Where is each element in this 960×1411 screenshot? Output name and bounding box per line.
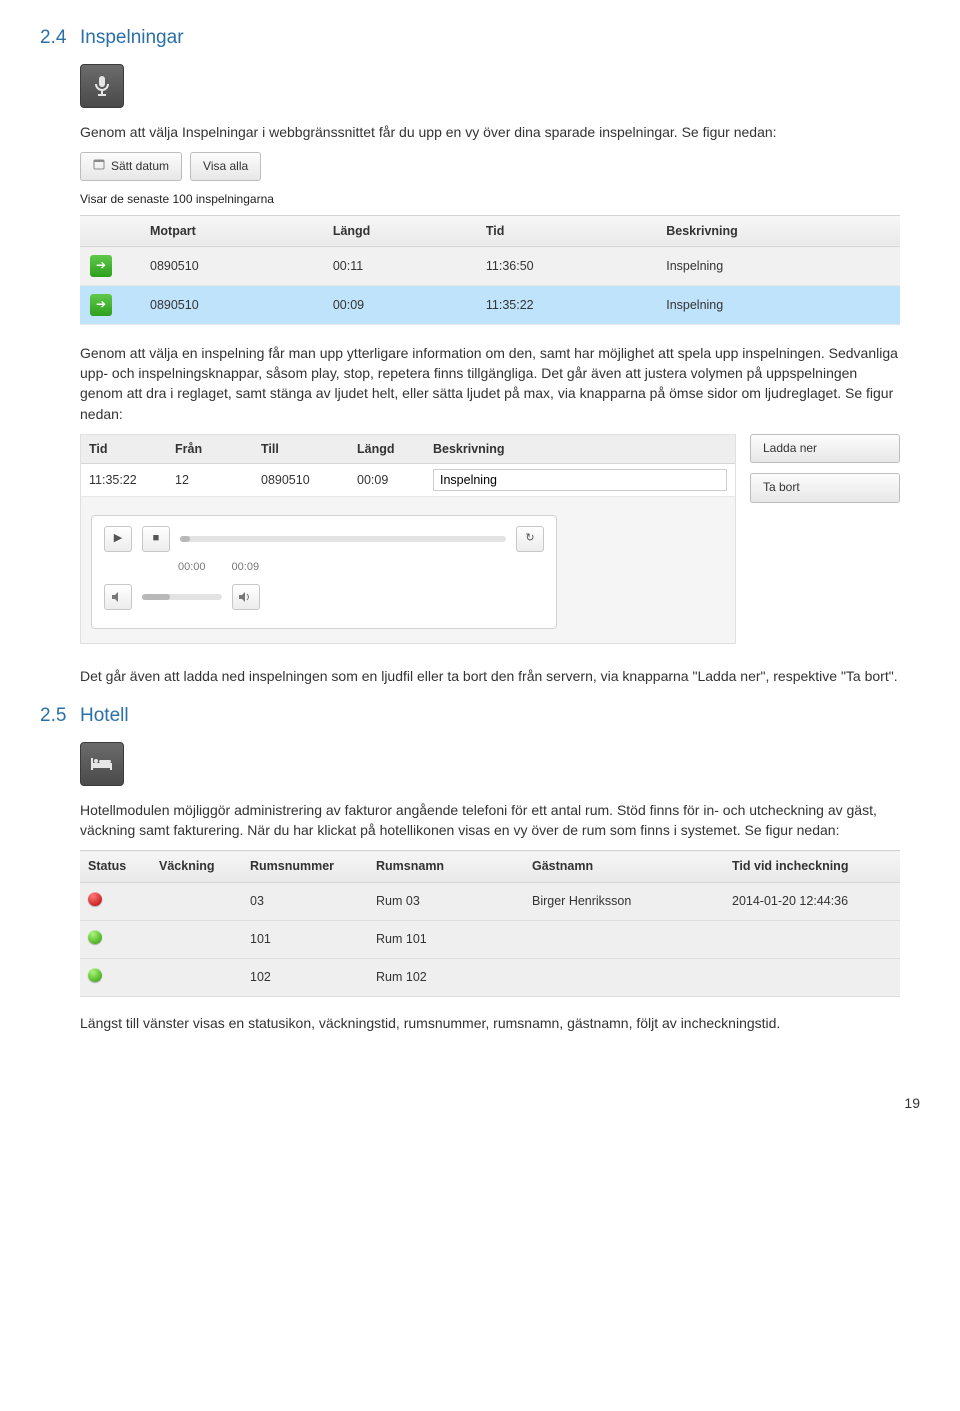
audio-player: ▶ ■ ↻ 00:00 00:09 bbox=[91, 515, 557, 629]
paragraph: Längst till vänster visas en statusikon,… bbox=[80, 1013, 900, 1033]
page-number: 19 bbox=[40, 1093, 920, 1113]
max-volume-button[interactable] bbox=[232, 584, 260, 610]
status-dot-icon bbox=[88, 930, 102, 944]
show-all-button[interactable]: Visa alla bbox=[190, 152, 261, 181]
col-header: Längd bbox=[323, 215, 476, 246]
cell: 11:35:22 bbox=[476, 285, 656, 324]
set-date-button[interactable]: Sätt datum bbox=[80, 152, 182, 181]
button-label: Ladda ner bbox=[763, 440, 817, 457]
mute-button[interactable] bbox=[104, 584, 132, 610]
stop-button[interactable]: ■ bbox=[142, 526, 170, 552]
cell: 102 bbox=[242, 958, 368, 996]
col-header: Till bbox=[253, 435, 349, 464]
cell: Rum 101 bbox=[368, 920, 524, 958]
col-header: Beskrivning bbox=[425, 435, 735, 464]
recording-detail-screenshot: Tid Från Till Längd Beskrivning 11:35:22… bbox=[80, 434, 900, 644]
cell bbox=[151, 882, 242, 920]
col-header: Tid bbox=[81, 435, 167, 464]
cell: Rum 03 bbox=[368, 882, 524, 920]
play-row-icon[interactable]: ➔ bbox=[90, 255, 112, 277]
cell: 00:09 bbox=[349, 464, 425, 497]
table-row[interactable]: ➔ 0890510 00:09 11:35:22 Inspelning bbox=[80, 285, 900, 324]
table-row[interactable]: ➔ 0890510 00:11 11:36:50 Inspelning bbox=[80, 246, 900, 285]
section-title: Inspelningar bbox=[80, 24, 184, 52]
section-number: 2.5 bbox=[40, 702, 80, 730]
cell: Inspelning bbox=[656, 246, 900, 285]
cell bbox=[524, 958, 724, 996]
table-row[interactable]: 03 Rum 03 Birger Henriksson 2014-01-20 1… bbox=[80, 882, 900, 920]
hotel-rooms-table: Status Väckning Rumsnummer Rumsnamn Gäst… bbox=[80, 850, 900, 997]
download-button[interactable]: Ladda ner bbox=[750, 434, 900, 463]
time-total: 00:09 bbox=[232, 560, 260, 576]
bed-icon bbox=[80, 742, 124, 786]
col-header: Tid bbox=[476, 215, 656, 246]
play-button[interactable]: ▶ bbox=[104, 526, 132, 552]
col-header: Tid vid incheckning bbox=[724, 851, 900, 882]
recordings-list-screenshot: Sätt datum Visa alla Visar de senaste 10… bbox=[80, 152, 900, 325]
cell: 12 bbox=[167, 464, 253, 497]
status-dot-icon bbox=[88, 892, 102, 906]
col-header: Rumsnamn bbox=[368, 851, 524, 882]
calendar-icon bbox=[93, 158, 105, 175]
cell bbox=[151, 920, 242, 958]
list-caption: Visar de senaste 100 inspelningarna bbox=[80, 191, 900, 208]
cell bbox=[151, 958, 242, 996]
paragraph: Genom att välja Inspelningar i webbgräns… bbox=[80, 122, 900, 142]
col-header: Beskrivning bbox=[656, 215, 900, 246]
volume-slider[interactable] bbox=[142, 594, 222, 600]
status-dot-icon bbox=[88, 968, 102, 982]
table-row: 11:35:22 12 0890510 00:09 bbox=[81, 464, 735, 497]
col-header: Rumsnummer bbox=[242, 851, 368, 882]
cell: 0890510 bbox=[140, 246, 323, 285]
cell bbox=[524, 920, 724, 958]
paragraph: Hotellmodulen möjliggör administrering a… bbox=[80, 800, 900, 841]
cell: 00:11 bbox=[323, 246, 476, 285]
cell: 00:09 bbox=[323, 285, 476, 324]
col-header bbox=[80, 215, 140, 246]
cell: 11:36:50 bbox=[476, 246, 656, 285]
microphone-icon bbox=[80, 64, 124, 108]
cell: 03 bbox=[242, 882, 368, 920]
col-header: Längd bbox=[349, 435, 425, 464]
cell: 2014-01-20 12:44:36 bbox=[724, 882, 900, 920]
play-row-icon[interactable]: ➔ bbox=[90, 294, 112, 316]
delete-button[interactable]: Ta bort bbox=[750, 473, 900, 502]
paragraph: Det går även att ladda ned inspelningen … bbox=[80, 666, 900, 686]
cell: Birger Henriksson bbox=[524, 882, 724, 920]
cell: 101 bbox=[242, 920, 368, 958]
cell bbox=[724, 920, 900, 958]
table-row[interactable]: 102 Rum 102 bbox=[80, 958, 900, 996]
section-2-5-heading: 2.5 Hotell bbox=[40, 702, 920, 730]
col-header: Motpart bbox=[140, 215, 323, 246]
recordings-table: Motpart Längd Tid Beskrivning ➔ 0890510 … bbox=[80, 215, 900, 325]
cell: 11:35:22 bbox=[81, 464, 167, 497]
button-label: Visa alla bbox=[203, 158, 248, 175]
cell: Rum 102 bbox=[368, 958, 524, 996]
section-number: 2.4 bbox=[40, 24, 80, 52]
col-header: Status bbox=[80, 851, 151, 882]
description-input[interactable] bbox=[433, 469, 727, 491]
col-header: Från bbox=[167, 435, 253, 464]
button-label: Sätt datum bbox=[111, 158, 169, 175]
cell: Inspelning bbox=[656, 285, 900, 324]
cell: 0890510 bbox=[140, 285, 323, 324]
section-2-4-heading: 2.4 Inspelningar bbox=[40, 24, 920, 52]
seek-slider[interactable] bbox=[180, 536, 506, 542]
col-header: Väckning bbox=[151, 851, 242, 882]
table-row[interactable]: 101 Rum 101 bbox=[80, 920, 900, 958]
cell: 0890510 bbox=[253, 464, 349, 497]
paragraph: Genom att välja en inspelning får man up… bbox=[80, 343, 900, 424]
col-header: Gästnamn bbox=[524, 851, 724, 882]
recording-detail-table: Tid Från Till Längd Beskrivning 11:35:22… bbox=[81, 435, 735, 497]
time-current: 00:00 bbox=[178, 560, 206, 576]
repeat-button[interactable]: ↻ bbox=[516, 526, 544, 552]
section-title: Hotell bbox=[80, 702, 129, 730]
cell bbox=[724, 958, 900, 996]
button-label: Ta bort bbox=[763, 479, 800, 496]
